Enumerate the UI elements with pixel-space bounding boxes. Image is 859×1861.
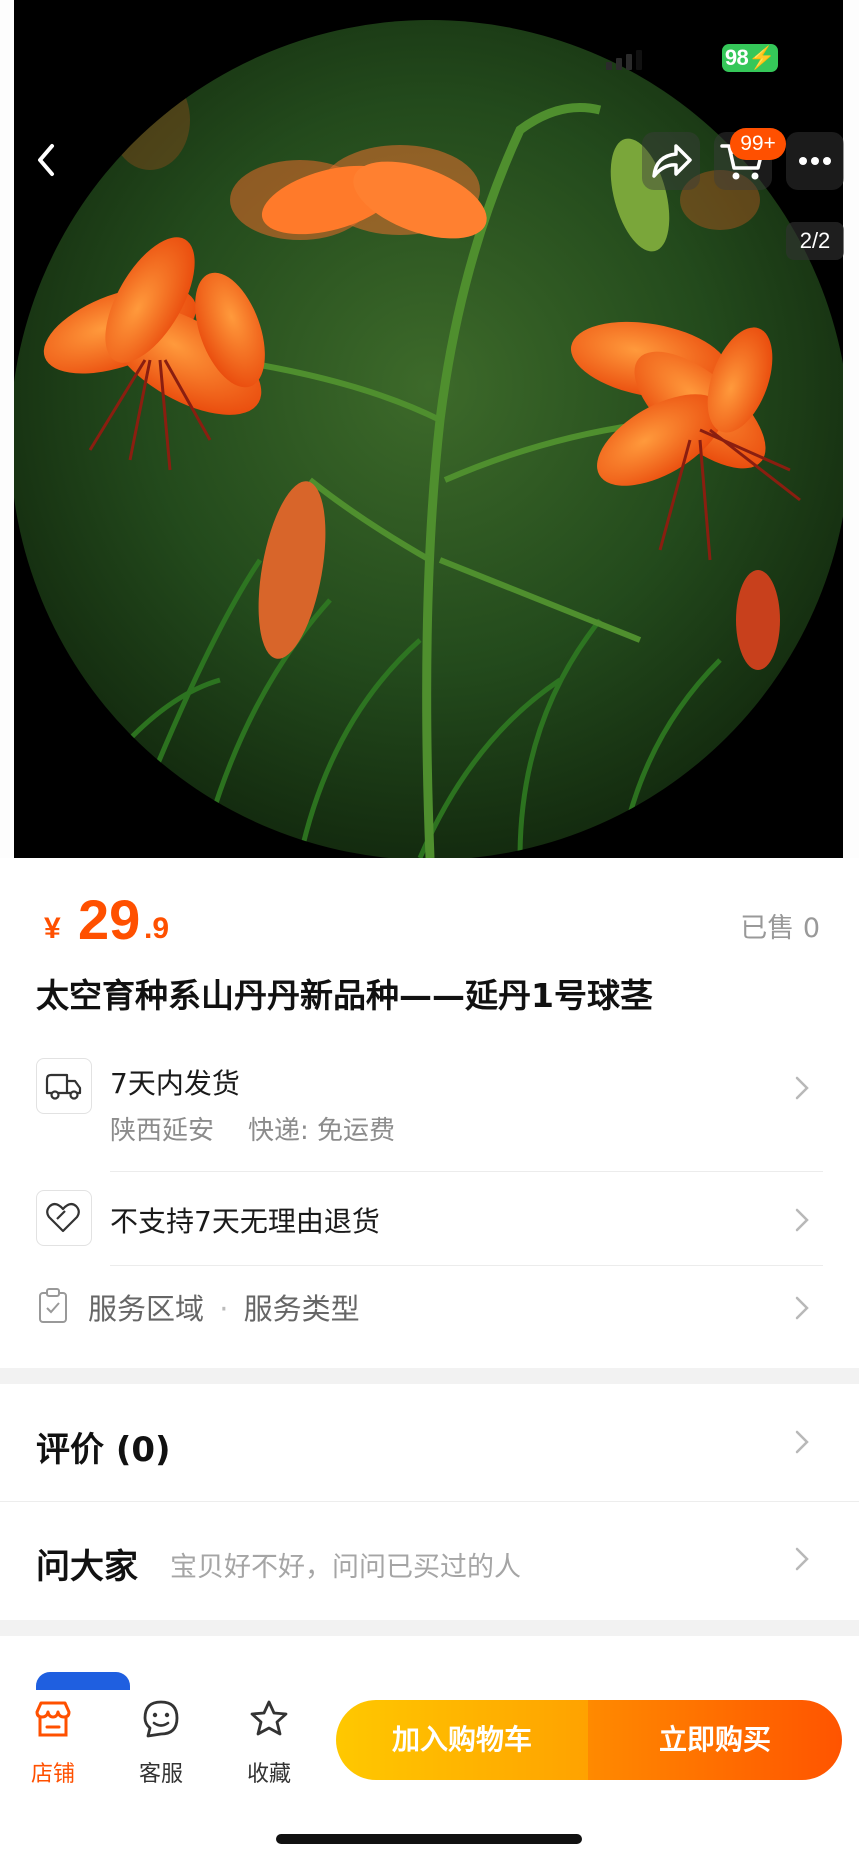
cart-count-badge: 99+ bbox=[730, 128, 786, 160]
returns-title: 不支持7天无理由退货 bbox=[110, 1205, 380, 1238]
product-image-gallery[interactable] bbox=[0, 0, 859, 858]
service-type-label: 服务类型 bbox=[243, 1292, 360, 1326]
store-tab-label: 店铺 bbox=[30, 1762, 75, 1787]
price-decimal: .9 bbox=[144, 912, 170, 945]
product-title: 太空育种系山丹丹新品种——延丹1号球茎 bbox=[36, 976, 653, 1015]
cellular-signal-icon bbox=[606, 50, 642, 70]
divider bbox=[0, 1501, 859, 1502]
customer-service-tab[interactable]: 客服 bbox=[116, 1698, 206, 1798]
back-icon bbox=[38, 144, 54, 176]
customer-service-tab-label: 客服 bbox=[138, 1762, 183, 1787]
service-area-row[interactable]: 服务区域 · 服务类型 bbox=[0, 1280, 859, 1340]
more-button[interactable] bbox=[786, 132, 844, 190]
shipping-title: 7天内发货 bbox=[110, 1067, 240, 1100]
sold-count: 已售 0 bbox=[740, 913, 820, 944]
shipping-origin: 陕西延安 bbox=[110, 1116, 215, 1146]
back-button[interactable] bbox=[28, 140, 68, 180]
truck-icon bbox=[36, 1058, 92, 1114]
returns-row[interactable]: 不支持7天无理由退货 bbox=[0, 1190, 859, 1264]
price-currency: ¥ bbox=[44, 912, 61, 945]
questions-row[interactable]: 问大家 宝贝好不好，问问已买过的人 bbox=[0, 1503, 859, 1617]
more-icon bbox=[799, 157, 831, 165]
product-photo bbox=[10, 20, 850, 858]
home-indicator bbox=[276, 1834, 582, 1844]
section-gap bbox=[0, 1620, 859, 1636]
star-icon bbox=[250, 1700, 288, 1736]
reviews-row[interactable]: 评价 (0) bbox=[0, 1386, 859, 1500]
hero-edge-left bbox=[0, 0, 14, 858]
chevron-right-icon bbox=[795, 1208, 809, 1232]
section-gap bbox=[0, 1368, 859, 1384]
divider bbox=[110, 1265, 823, 1266]
share-button[interactable] bbox=[642, 132, 700, 190]
add-to-cart-button[interactable]: 加入购物车 bbox=[336, 1700, 588, 1780]
chevron-right-icon bbox=[795, 1547, 809, 1571]
store-icon bbox=[35, 1701, 71, 1737]
service-area-text: 服务区域 · 服务类型 bbox=[88, 1286, 360, 1328]
store-tab[interactable]: 店铺 bbox=[8, 1698, 98, 1798]
questions-label: 问大家 bbox=[36, 1547, 138, 1587]
shipping-row[interactable]: 7天内发货 陕西延安 快递: 免运费 bbox=[0, 1058, 859, 1168]
shipping-delivery: 快递: 免运费 bbox=[248, 1116, 396, 1146]
clipboard-icon bbox=[39, 1288, 67, 1323]
chevron-right-icon bbox=[795, 1076, 809, 1100]
service-area-label: 服务区域 bbox=[88, 1292, 205, 1326]
divider bbox=[110, 1171, 823, 1172]
questions-hint: 宝贝好不好，问问已买过的人 bbox=[170, 1552, 521, 1583]
favorite-tab[interactable]: 收藏 bbox=[224, 1698, 314, 1798]
image-counter: 2/2 bbox=[786, 222, 844, 260]
hero-edge-right bbox=[843, 0, 859, 858]
heart-tag-icon bbox=[36, 1190, 92, 1246]
price-integer: 29 bbox=[78, 888, 141, 951]
favorite-tab-label: 收藏 bbox=[246, 1762, 291, 1787]
reviews-label: 评价 (0) bbox=[36, 1430, 171, 1470]
service-separator: · bbox=[219, 1292, 229, 1326]
battery-indicator: 98⚡ bbox=[722, 44, 778, 72]
buy-now-button[interactable]: 立即购买 bbox=[588, 1700, 842, 1780]
chevron-right-icon bbox=[795, 1296, 809, 1320]
chevron-right-icon bbox=[795, 1430, 809, 1454]
share-icon bbox=[652, 144, 692, 178]
service-face-icon bbox=[143, 1700, 179, 1738]
price-row: ¥ 29 .9 已售 0 bbox=[40, 890, 830, 950]
